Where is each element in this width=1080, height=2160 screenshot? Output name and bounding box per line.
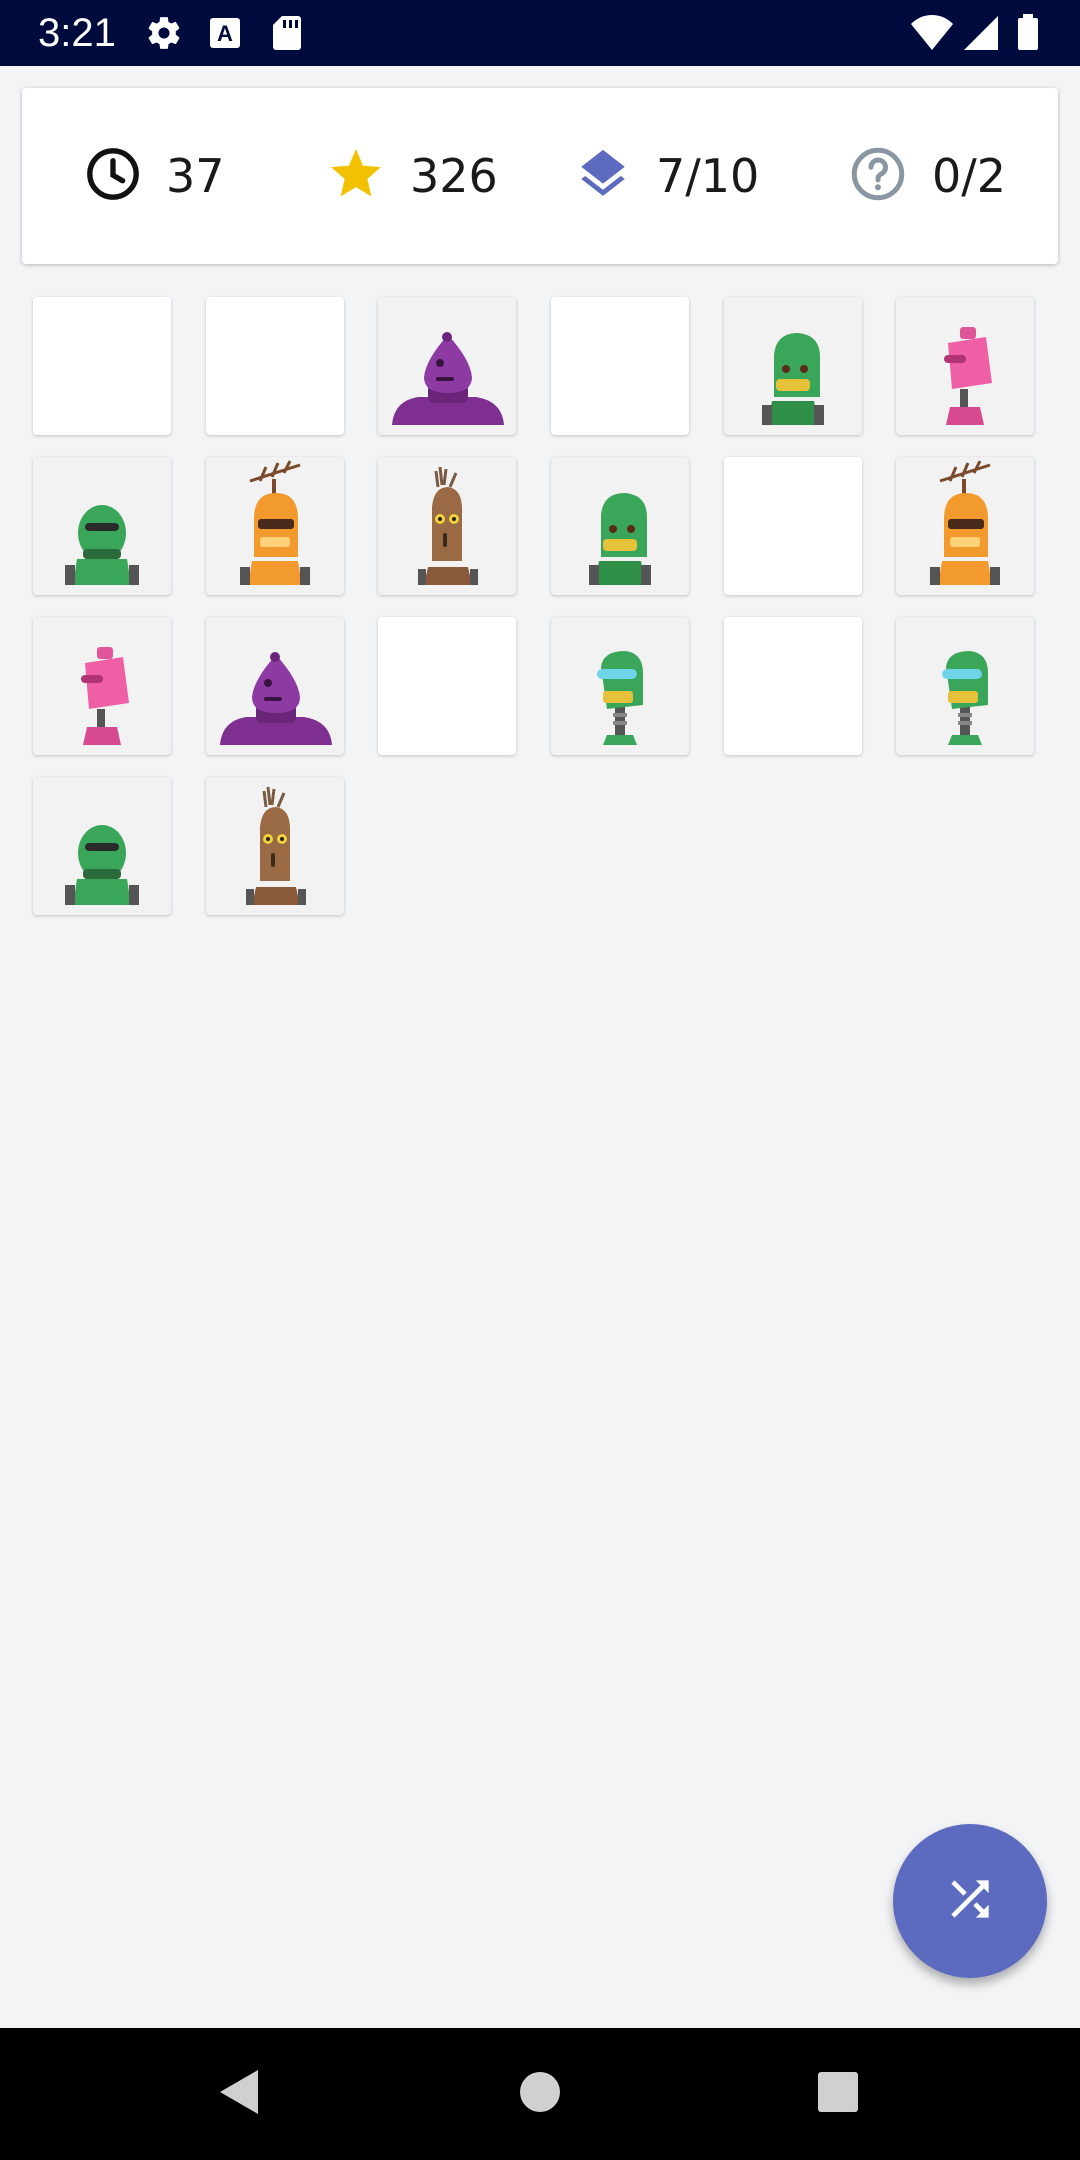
- navigation-bar: [0, 2028, 1080, 2160]
- gear-icon: [145, 14, 183, 56]
- hints-value: 0/2: [932, 149, 1007, 203]
- tile-green-goggles[interactable]: [551, 617, 689, 755]
- tile-green-visor[interactable]: [33, 457, 171, 595]
- recents-button[interactable]: [798, 2028, 878, 2160]
- home-button[interactable]: [500, 2028, 580, 2160]
- layers-icon: [574, 145, 632, 207]
- recents-icon: [817, 2071, 859, 2117]
- text-a-icon: A: [208, 14, 242, 56]
- tile-green-grin[interactable]: [551, 457, 689, 595]
- tile-empty[interactable]: [724, 457, 862, 595]
- stats-card: 37 326 7/10 0/2: [22, 88, 1058, 264]
- tile-purple-blob[interactable]: [206, 617, 344, 755]
- status-bar: 3:21 A: [0, 0, 1080, 66]
- home-icon: [519, 2071, 561, 2117]
- help-circle-icon[interactable]: [848, 144, 908, 208]
- svg-text:A: A: [217, 21, 233, 46]
- tile-pink-box[interactable]: [33, 617, 171, 755]
- tile-green-visor[interactable]: [33, 777, 171, 915]
- tile-orange-antenna[interactable]: [896, 457, 1034, 595]
- star-icon: [326, 144, 386, 208]
- tile-empty[interactable]: [724, 617, 862, 755]
- back-button[interactable]: [200, 2028, 280, 2160]
- shuffle-icon: [942, 1871, 998, 1931]
- sd-card-icon: [270, 14, 304, 56]
- tile-empty[interactable]: [378, 617, 516, 755]
- timer-stat: 37: [84, 88, 225, 264]
- level-value: 7/10: [656, 149, 760, 203]
- tile-purple-blob[interactable]: [378, 297, 516, 435]
- hints-stat[interactable]: 0/2: [848, 88, 1006, 264]
- wifi-icon: [910, 14, 954, 56]
- tile-empty[interactable]: [33, 297, 171, 435]
- level-stat: 7/10: [574, 88, 759, 264]
- tile-green-goggles[interactable]: [896, 617, 1034, 755]
- timer-value: 37: [166, 149, 225, 203]
- status-time: 3:21: [38, 11, 116, 55]
- shuffle-button[interactable]: [893, 1824, 1047, 1978]
- tile-brown-sprout[interactable]: [206, 777, 344, 915]
- score-stat: 326: [326, 88, 498, 264]
- tile-pink-box[interactable]: [896, 297, 1034, 435]
- signal-icon: [962, 14, 1000, 56]
- tile-green-grin[interactable]: [724, 297, 862, 435]
- tile-empty[interactable]: [206, 297, 344, 435]
- score-value: 326: [410, 149, 498, 203]
- tile-brown-sprout[interactable]: [378, 457, 516, 595]
- back-icon: [218, 2068, 262, 2120]
- tile-empty[interactable]: [551, 297, 689, 435]
- clock-icon: [84, 145, 142, 207]
- tile-orange-antenna[interactable]: [206, 457, 344, 595]
- battery-icon: [1016, 14, 1040, 56]
